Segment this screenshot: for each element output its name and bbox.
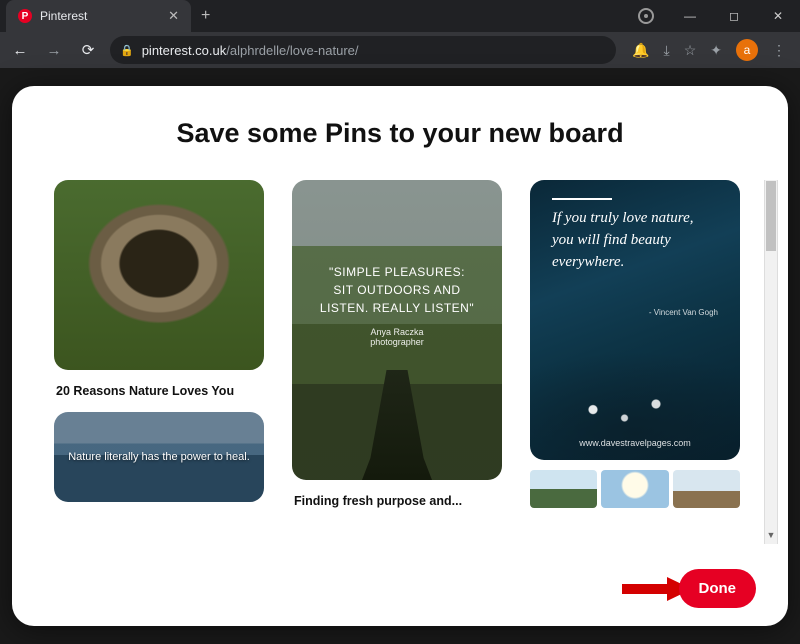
pins-grid: 20 Reasons Nature Loves You Nature liter… xyxy=(54,180,764,566)
pin-card[interactable]: Nature literally has the power to heal. xyxy=(54,412,264,502)
bookmark-star-icon[interactable]: ☆ xyxy=(684,42,697,59)
pin-foreground-graphic xyxy=(362,370,432,480)
pins-column: "SIMPLE PLEASURES: SIT OUTDOORS AND LIST… xyxy=(292,180,502,566)
pin-overlay-text: Nature literally has the power to heal. xyxy=(56,451,262,463)
extensions-icon[interactable]: ✦ xyxy=(710,42,722,59)
pins-column: If you truly love nature, you will find … xyxy=(530,180,740,566)
close-tab-icon[interactable]: ✕ xyxy=(168,8,179,24)
pin-card[interactable]: If you truly love nature, you will find … xyxy=(530,180,740,460)
pin-card[interactable] xyxy=(54,180,264,370)
modal-heading: Save some Pins to your new board xyxy=(12,118,788,149)
pin-quote-text: "SIMPLE PLEASURES: SIT OUTDOORS AND LIST… xyxy=(292,263,502,317)
pin-attribution-role: photographer xyxy=(370,337,424,347)
pin-thumbnail[interactable] xyxy=(530,470,597,508)
browser-toolbar: ← → ⟳ 🔒 pinterest.co.uk/alphrdelle/love-… xyxy=(0,32,800,68)
browser-tab[interactable]: P Pinterest ✕ xyxy=(6,0,191,32)
pin-thumbnails xyxy=(530,470,740,508)
decorative-bar xyxy=(552,198,612,200)
notifications-icon[interactable]: 🔔 xyxy=(632,42,649,59)
lock-icon: 🔒 xyxy=(120,44,134,57)
tab-title: Pinterest xyxy=(40,9,87,23)
page-viewport: Save some Pins to your new board 20 Reas… xyxy=(0,68,800,644)
url-path: /alphrdelle/love-nature/ xyxy=(226,43,358,58)
window-titlebar: P Pinterest ✕ + — ◻ ✕ xyxy=(0,0,800,32)
address-bar[interactable]: 🔒 pinterest.co.uk/alphrdelle/love-nature… xyxy=(110,36,616,64)
pin-quote-text: If you truly love nature, you will find … xyxy=(552,208,718,273)
chrome-account-icon[interactable] xyxy=(624,0,668,32)
pin-attribution: - Vincent Van Gogh xyxy=(649,308,718,317)
reload-button[interactable]: ⟳ xyxy=(76,41,100,59)
forward-button[interactable]: → xyxy=(42,42,66,59)
pin-thumbnail[interactable] xyxy=(601,470,668,508)
profile-avatar[interactable]: a xyxy=(736,39,758,61)
pin-attribution-name: Anya Raczka xyxy=(370,327,424,337)
install-app-icon[interactable]: ⤓ xyxy=(664,42,670,59)
done-button[interactable]: Done xyxy=(679,569,757,608)
vertical-scrollbar[interactable]: ▲ ▼ xyxy=(764,180,778,544)
url-host: pinterest.co.uk xyxy=(142,43,227,58)
pin-card[interactable]: "SIMPLE PLEASURES: SIT OUTDOORS AND LIST… xyxy=(292,180,502,480)
pin-thumbnail[interactable] xyxy=(673,470,740,508)
pin-source-site: www.davestravelpages.com xyxy=(530,438,740,448)
save-pins-modal: Save some Pins to your new board 20 Reas… xyxy=(12,86,788,626)
back-button[interactable]: ← xyxy=(8,42,32,59)
maximize-button[interactable]: ◻ xyxy=(712,0,756,32)
scrollbar-thumb[interactable] xyxy=(766,181,776,251)
scroll-down-arrow[interactable]: ▼ xyxy=(765,530,777,544)
close-window-button[interactable]: ✕ xyxy=(756,0,800,32)
pins-column: 20 Reasons Nature Loves You Nature liter… xyxy=(54,180,264,566)
pin-title: 20 Reasons Nature Loves You xyxy=(54,380,264,402)
pin-title: Finding fresh purpose and... xyxy=(292,490,502,512)
pinterest-favicon: P xyxy=(18,9,32,23)
minimize-button[interactable]: — xyxy=(668,0,712,32)
kebab-menu-icon[interactable]: ⋮ xyxy=(772,42,786,59)
new-tab-button[interactable]: + xyxy=(191,7,220,25)
